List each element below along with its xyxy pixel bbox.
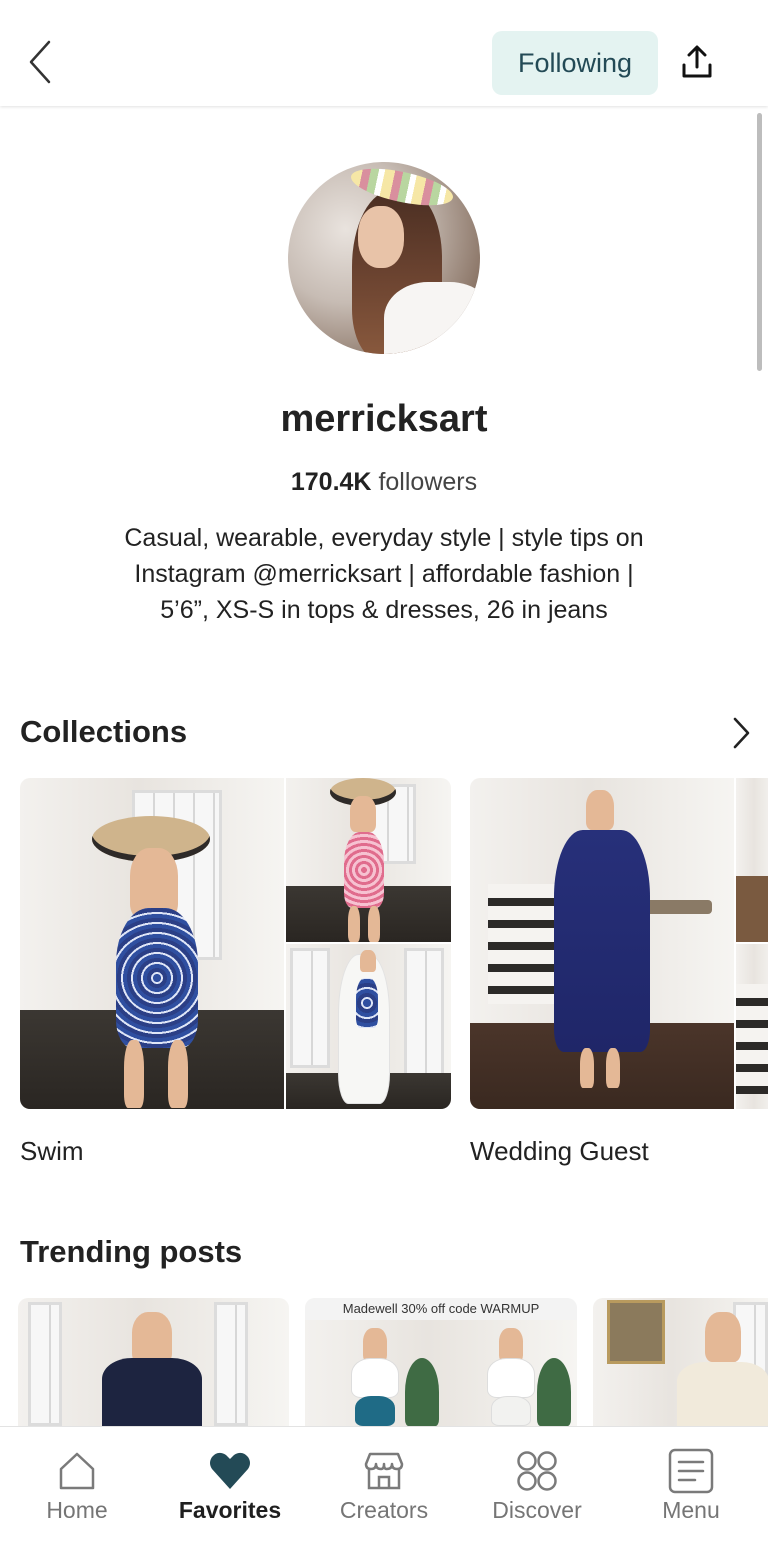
share-button[interactable] (676, 40, 718, 84)
trending-heading: Trending posts (20, 1234, 243, 1269)
collection-card-swim[interactable] (20, 778, 451, 1109)
tab-label: Favorites (178, 1497, 282, 1523)
chevron-left-icon (29, 40, 51, 84)
collection-label-wedding-guest: Wedding Guest (470, 1136, 649, 1166)
grid-circles-icon (513, 1447, 561, 1495)
scrollbar-thumb[interactable] (757, 113, 762, 371)
trending-post-image (593, 1298, 768, 1426)
followers-number: 170.4K (290, 468, 372, 496)
profile-username: merricksart (280, 398, 488, 440)
followers-label: followers (378, 468, 478, 496)
profile-bio: Casual, wearable, everyday style | style… (70, 520, 698, 628)
following-button[interactable]: Following (492, 31, 658, 95)
tab-label: Home (46, 1497, 108, 1523)
collection-label-swim: Swim (20, 1136, 84, 1166)
tab-favorites[interactable]: Favorites (153, 1427, 307, 1553)
heart-icon (206, 1447, 254, 1495)
tab-home[interactable]: Home (0, 1427, 154, 1553)
bio-line: Instagram @merricksart | affordable fash… (134, 560, 634, 588)
share-upload-icon (682, 45, 712, 78)
collection-card-wedding-guest[interactable] (470, 778, 768, 1109)
trending-post-card[interactable]: Madewell 30% off code WARMUP (305, 1298, 577, 1426)
collection-image (286, 944, 451, 1109)
bottom-tab-bar: Home Favorites Creators Discover Menu (0, 1426, 768, 1553)
chevron-right-icon (733, 717, 750, 749)
top-bar: Following (0, 0, 768, 106)
collection-image (736, 778, 768, 942)
collections-see-all-button[interactable] (724, 714, 758, 752)
profile-avatar (288, 162, 480, 354)
followers-count: 170.4K followers (0, 468, 768, 497)
collection-image (736, 944, 768, 1109)
back-button[interactable] (20, 38, 60, 86)
collection-image (286, 778, 451, 942)
bio-line: 5’6”, XS-S in tops & dresses, 26 in jean… (160, 596, 608, 624)
trending-post-image (18, 1298, 289, 1426)
tab-menu[interactable]: Menu (614, 1427, 768, 1553)
trending-post-card[interactable] (593, 1298, 768, 1426)
tab-label: Discover (492, 1497, 582, 1523)
tab-label: Creators (339, 1497, 429, 1523)
storefront-icon (360, 1447, 408, 1495)
menu-list-icon (667, 1447, 715, 1495)
trending-post-banner: Madewell 30% off code WARMUP (305, 1298, 577, 1320)
collection-image (20, 778, 284, 1109)
tab-label: Menu (662, 1497, 720, 1523)
collections-heading: Collections (20, 714, 188, 749)
bio-line: Casual, wearable, everyday style | style… (124, 524, 644, 552)
collection-image (470, 778, 734, 1109)
trending-post-card[interactable] (18, 1298, 289, 1426)
home-icon (53, 1447, 101, 1495)
tab-discover[interactable]: Discover (460, 1427, 614, 1553)
tab-creators[interactable]: Creators (307, 1427, 461, 1553)
